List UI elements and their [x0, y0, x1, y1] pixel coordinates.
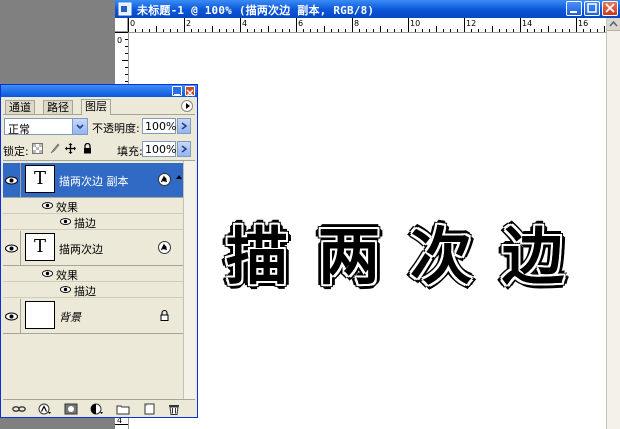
ruler-number: 0 — [117, 36, 123, 45]
lock-pixels-brush-icon[interactable] — [49, 143, 60, 154]
layer-name: 背景 — [59, 311, 81, 324]
layer-effects-icon[interactable] — [158, 241, 171, 254]
text-layer-thumbnail: T — [25, 165, 55, 193]
ruler-ticks — [128, 18, 605, 32]
eye-icon[interactable] — [41, 200, 54, 211]
effects-row[interactable]: 效果 — [3, 266, 183, 282]
ruler-number: 2 — [186, 19, 192, 28]
minimize-button[interactable] — [566, 1, 582, 16]
layer-name: 描两次边 — [59, 243, 103, 256]
document-scrollbar[interactable] — [606, 18, 620, 429]
tab-layers[interactable]: 图层 — [81, 99, 111, 115]
eye-icon[interactable] — [59, 216, 72, 227]
tab-paths[interactable]: 路径 — [43, 100, 73, 114]
layers-scrollbar[interactable] — [183, 161, 195, 399]
chevron-right-icon — [181, 122, 188, 130]
chevron-right-icon — [181, 145, 188, 153]
eye-icon — [5, 244, 18, 253]
stroked-text-layer: 描两次边 — [226, 220, 595, 293]
ruler-origin[interactable] — [115, 18, 128, 32]
panel-close-button[interactable] — [185, 86, 195, 97]
visibility-toggle[interactable] — [3, 231, 21, 265]
eye-icon — [5, 176, 18, 185]
visibility-toggle[interactable] — [3, 163, 21, 197]
effects-label: 效果 — [56, 269, 78, 282]
ruler-number: 10 — [410, 19, 421, 28]
effects-row[interactable]: 效果 — [3, 198, 183, 214]
new-layer-icon[interactable] — [142, 403, 156, 415]
ruler-number: 6 — [298, 19, 304, 28]
stroke-effect-row[interactable]: 描边 — [3, 282, 183, 298]
panel-tabs: 通道 路径 图层 — [3, 98, 195, 115]
triangle-right-icon — [186, 103, 190, 109]
opacity-input[interactable]: 100% — [142, 118, 176, 134]
add-layer-style-icon[interactable] — [38, 403, 52, 415]
blend-mode-dropdown-button[interactable] — [72, 119, 87, 134]
text-layer-thumbnail: T — [25, 233, 55, 261]
ruler-number: 8 — [354, 19, 360, 28]
maximize-button[interactable] — [584, 1, 600, 16]
canvas[interactable]: 描两次边 — [129, 33, 606, 429]
ruler-number: 14 — [522, 19, 533, 28]
scroll-up-button[interactable] — [607, 18, 620, 31]
ruler-number: 16 — [578, 19, 589, 28]
layer-effects-icon[interactable] — [158, 173, 171, 186]
panel-menu-button[interactable] — [181, 100, 193, 112]
blend-mode-select[interactable]: 正常 — [4, 118, 88, 136]
layers-toolbar — [3, 399, 195, 418]
lock-all-icon[interactable] — [82, 143, 93, 154]
stroke-effect-row[interactable]: 描边 — [3, 214, 183, 230]
link-layers-icon[interactable] — [12, 403, 26, 415]
lock-position-move-icon[interactable] — [65, 143, 76, 154]
ruler-number: 0 — [130, 19, 136, 28]
layer-row-background[interactable]: 背景 — [3, 299, 183, 334]
panel-minimize-button[interactable] — [172, 86, 182, 96]
close-icon — [605, 3, 615, 13]
maximize-icon — [587, 3, 597, 13]
ruler-number: 12 — [466, 19, 477, 28]
layers-list: T 描两次边 副本 效果 描边 T 描两次边 效果 描边 背景 — [3, 160, 195, 399]
fill-value: 100% — [145, 143, 177, 156]
close-button[interactable] — [602, 1, 618, 16]
adjustment-layer-icon[interactable] — [90, 403, 104, 415]
lock-icon — [160, 309, 169, 321]
eye-icon[interactable] — [59, 284, 72, 295]
add-mask-icon[interactable] — [64, 403, 78, 415]
new-group-folder-icon[interactable] — [116, 403, 130, 415]
chevron-up-icon — [609, 20, 618, 27]
lock-label: 锁定: — [3, 145, 29, 158]
visibility-toggle[interactable] — [3, 299, 21, 333]
fill-input[interactable]: 100% — [142, 141, 176, 157]
layer-name: 描两次边 副本 — [59, 175, 129, 188]
eye-icon — [5, 312, 18, 321]
eye-icon[interactable] — [41, 268, 54, 279]
background-thumbnail — [25, 301, 55, 329]
opacity-slider-button[interactable] — [177, 118, 191, 134]
fill-label: 填充: — [117, 145, 143, 158]
layers-panel: 通道 路径 图层 正常 不透明度: 100% 锁定: 填充: 100% T 描两… — [0, 84, 198, 418]
opacity-label: 不透明度: — [92, 122, 140, 135]
stroke-effect-label: 描边 — [74, 217, 96, 230]
opacity-value: 100% — [145, 120, 177, 133]
layer-row-text[interactable]: T 描两次边 — [3, 231, 183, 266]
trash-icon[interactable] — [167, 403, 181, 415]
effects-label: 效果 — [56, 201, 78, 214]
horizontal-ruler[interactable]: 0 2 4 6 8 10 12 14 16 — [128, 18, 606, 33]
fill-slider-button[interactable] — [177, 141, 191, 157]
ruler-number: 4 — [242, 19, 248, 28]
stroke-effect-label: 描边 — [74, 285, 96, 298]
chevron-down-icon — [76, 124, 84, 130]
close-icon — [186, 89, 194, 97]
document-title: 未标题-1 @ 100% (描两次边 副本, RGB/8) — [137, 4, 375, 17]
minimize-icon — [570, 11, 577, 13]
tab-channels[interactable]: 通道 — [5, 100, 35, 114]
photoshop-doc-icon — [118, 2, 132, 16]
blend-mode-value: 正常 — [8, 123, 30, 136]
collapse-effects-icon[interactable] — [175, 171, 183, 179]
minimize-icon — [174, 94, 180, 96]
layer-row-copy[interactable]: T 描两次边 副本 — [3, 163, 183, 198]
lock-transparency-icon[interactable] — [32, 143, 43, 154]
document-titlebar[interactable]: 未标题-1 @ 100% (描两次边 副本, RGB/8) — [115, 0, 620, 18]
panel-titlebar[interactable] — [1, 85, 197, 97]
